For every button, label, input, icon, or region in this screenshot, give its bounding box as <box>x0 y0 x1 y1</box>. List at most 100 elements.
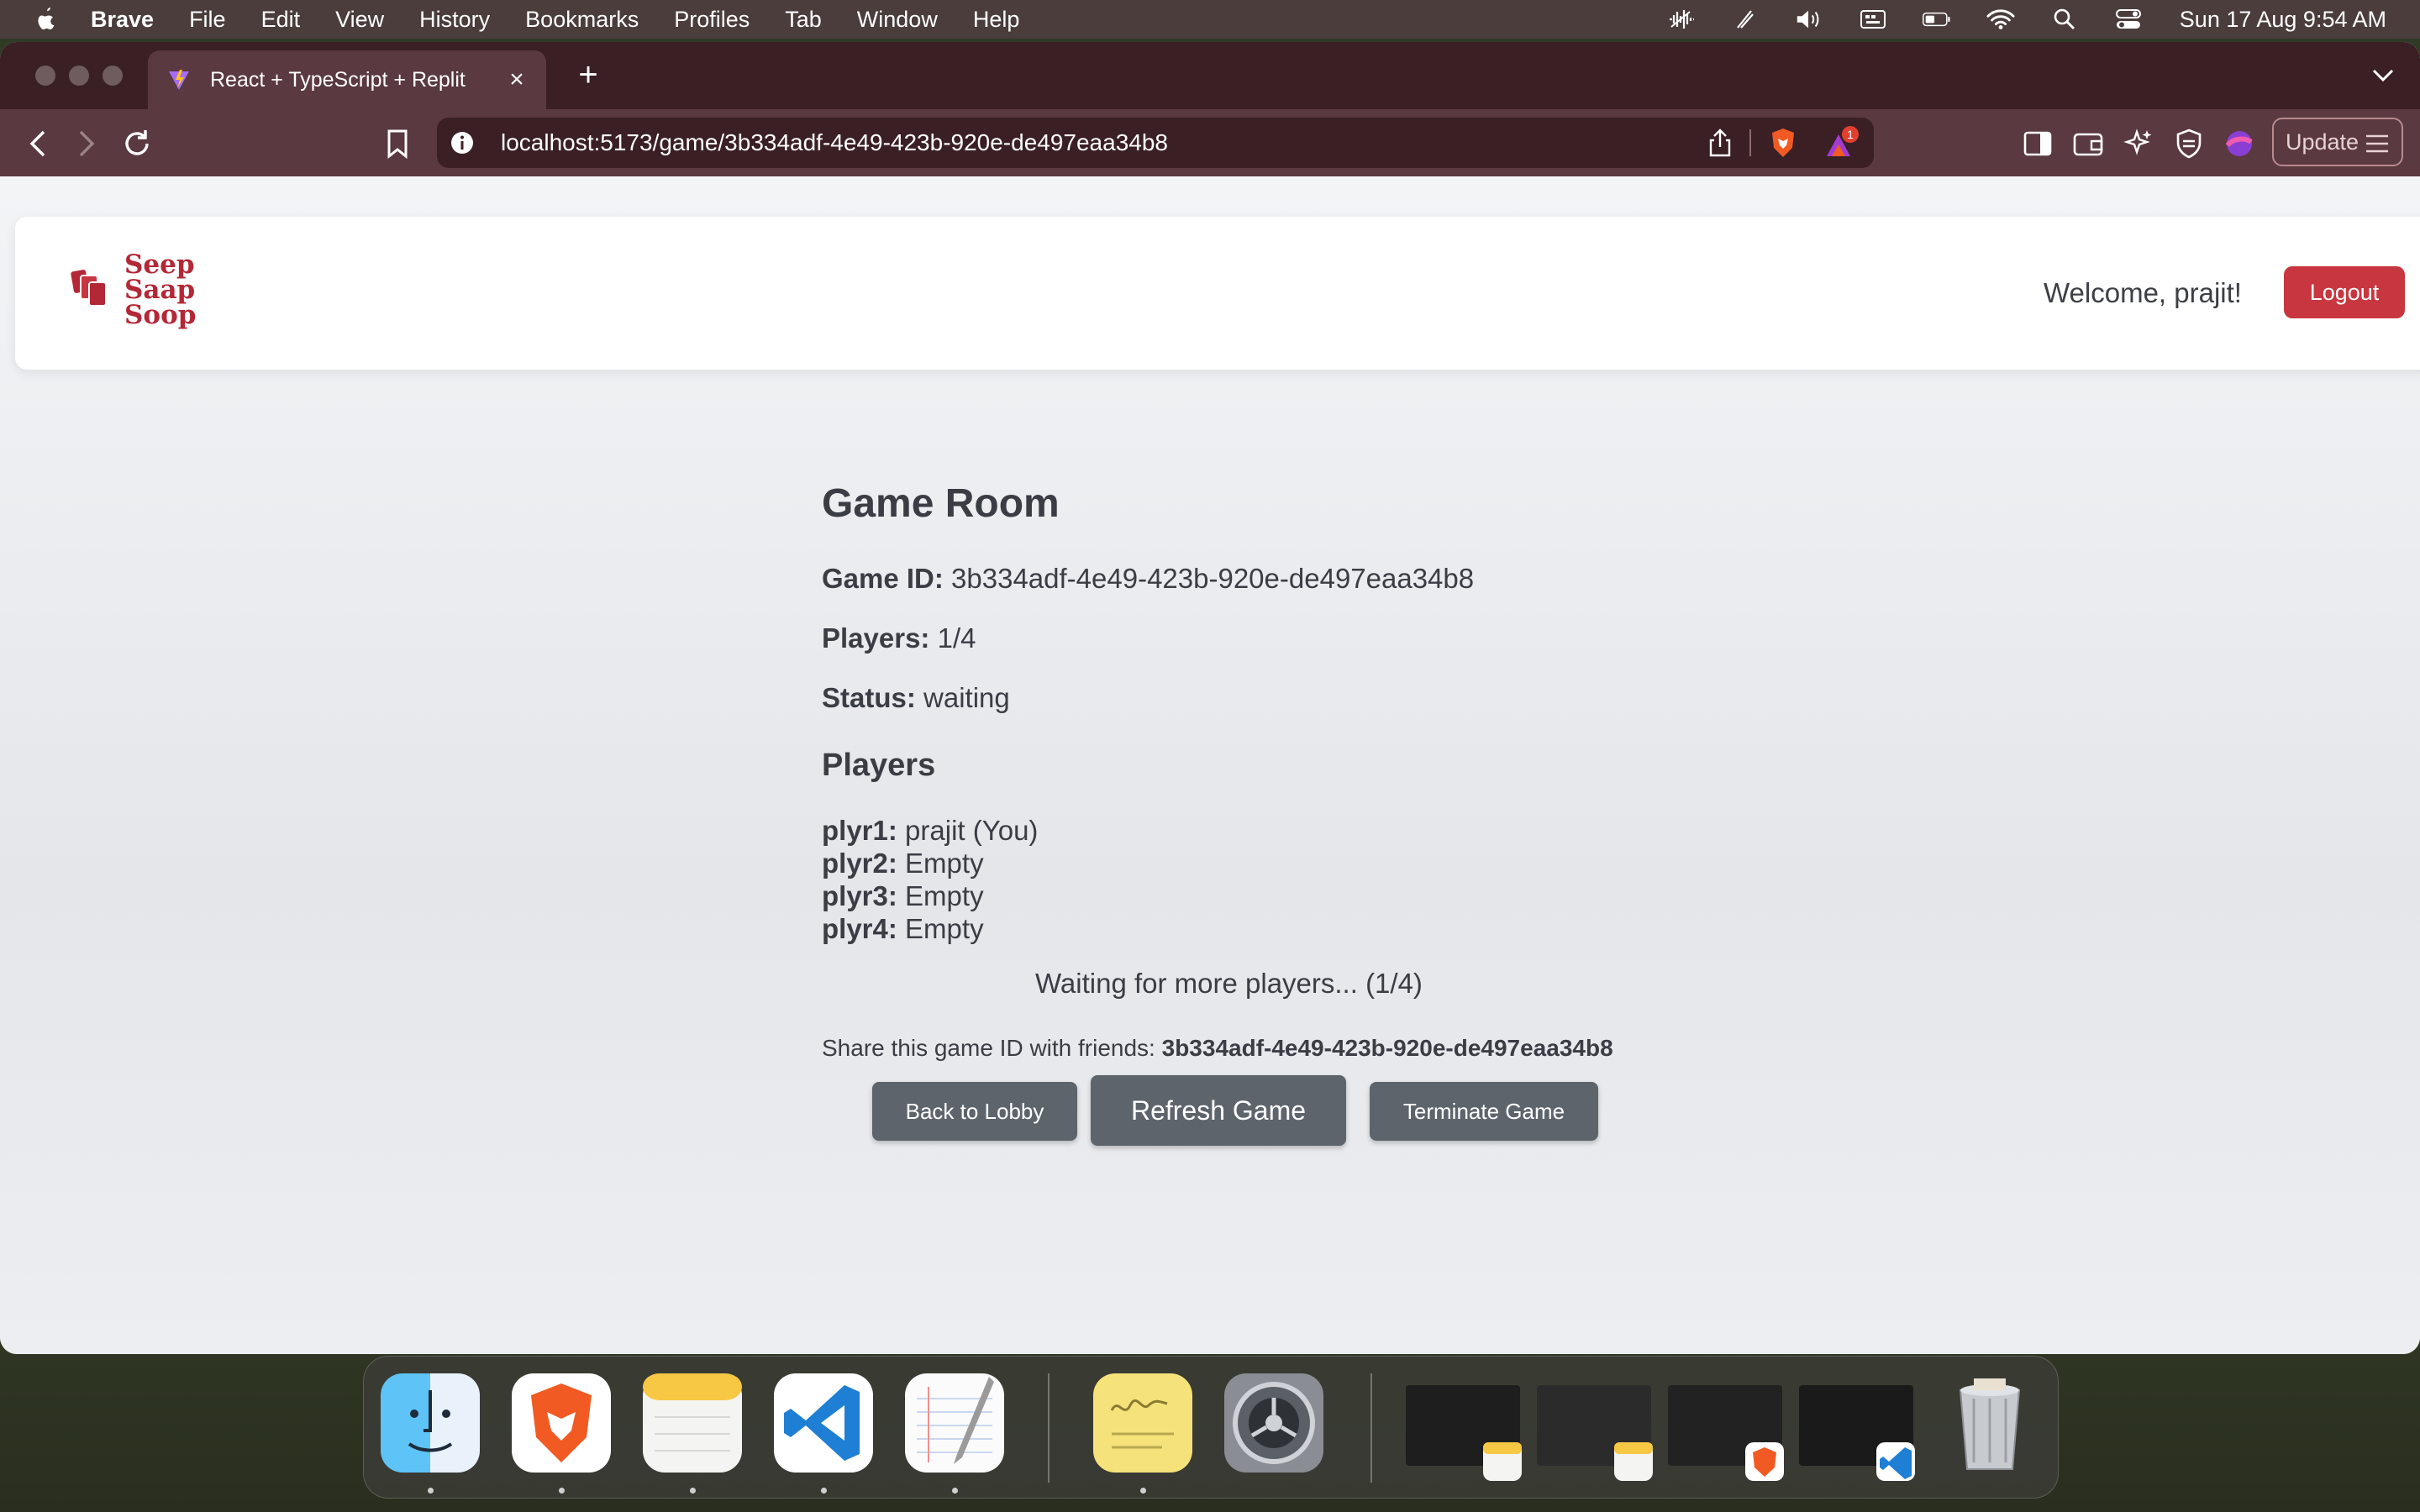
volume-icon[interactable] <box>1795 7 1823 32</box>
welcome-text: Welcome, prajit! <box>2044 277 2242 308</box>
player-slot: plyr4: Empty <box>822 913 984 945</box>
back-to-lobby-button[interactable]: Back to Lobby <box>872 1082 1077 1141</box>
refresh-game-button[interactable]: Refresh Game <box>1091 1075 1346 1146</box>
page-title: Game Room <box>822 481 1060 526</box>
minimized-window-thumbnail[interactable] <box>1668 1385 1784 1481</box>
menu-profiles[interactable]: Profiles <box>674 7 750 33</box>
divider <box>1749 129 1751 156</box>
wifi-icon[interactable] <box>1986 7 2015 32</box>
apple-icon[interactable] <box>34 5 59 34</box>
dock-divider <box>1048 1373 1050 1483</box>
tab-active[interactable]: React + TypeScript + Replit × <box>148 50 546 109</box>
address-bar[interactable]: localhost:5173/game/3b334adf-4e49-423b-9… <box>437 118 1874 168</box>
trash-icon[interactable] <box>1940 1373 2039 1473</box>
players-count-label: Players: <box>822 622 930 654</box>
tab-bar: React + TypeScript + Replit × + <box>0 42 2420 109</box>
new-tab-button[interactable]: + <box>571 58 605 92</box>
game-id-value: 3b334adf-4e49-423b-920e-de497eaa34b8 <box>951 563 1475 594</box>
back-icon[interactable] <box>20 126 55 161</box>
chevron-down-icon[interactable] <box>2368 60 2398 91</box>
dock-divider <box>1370 1373 1372 1483</box>
control-center-icon[interactable] <box>2114 7 2143 32</box>
player-slot: plyr3: Empty <box>822 880 984 912</box>
player-slot-name: Empty <box>905 880 984 911</box>
leo-ai-icon[interactable] <box>2121 126 2156 161</box>
share-game-id: 3b334adf-4e49-423b-920e-de497eaa34b8 <box>1161 1035 1613 1061</box>
menu-view[interactable]: View <box>335 7 384 33</box>
minimize-window-button[interactable] <box>69 66 89 86</box>
menu-window[interactable]: Window <box>857 7 938 33</box>
brave-rewards-icon[interactable]: 1 <box>1823 126 1860 160</box>
player-slot: plyr1: prajit (You) <box>822 815 1038 847</box>
player-slot-label: plyr1: <box>822 815 897 846</box>
web-page: Seep Saap Soop Welcome, prajit! Logout G… <box>0 176 2420 1354</box>
bookmark-icon[interactable] <box>380 126 415 161</box>
player-slot-name: prajit (You) <box>905 815 1039 846</box>
update-button[interactable]: Update <box>2272 118 2403 166</box>
terminate-game-button[interactable]: Terminate Game <box>1370 1082 1598 1141</box>
tab-title: React + TypeScript + Replit <box>210 67 466 92</box>
share-line: Share this game ID with friends: 3b334ad… <box>822 1035 1613 1062</box>
vscode-icon[interactable] <box>774 1373 873 1473</box>
notes-icon[interactable] <box>643 1373 742 1473</box>
vpn-shield-icon[interactable] <box>2171 126 2207 161</box>
logout-button[interactable]: Logout <box>2284 266 2405 318</box>
waiting-message: Waiting for more players... (1/4) <box>1035 968 1423 999</box>
close-tab-icon[interactable]: × <box>502 66 531 94</box>
player-slot: plyr2: Empty <box>822 848 984 879</box>
close-window-button[interactable] <box>35 66 55 86</box>
app-logo[interactable]: Seep Saap Soop <box>124 252 196 328</box>
sidebar-icon[interactable] <box>2020 126 2055 161</box>
profile-avatar-icon[interactable] <box>2222 126 2257 161</box>
players-count-line: Players: 1/4 <box>822 622 976 654</box>
menu-edit[interactable]: Edit <box>261 7 301 33</box>
brave-icon[interactable] <box>512 1373 611 1473</box>
running-indicator <box>690 1488 696 1494</box>
menu-help[interactable]: Help <box>973 7 1020 33</box>
battery-icon[interactable] <box>1922 7 1951 32</box>
menu-bookmarks[interactable]: Bookmarks <box>525 7 639 33</box>
pen-slash-icon[interactable] <box>1731 7 1760 32</box>
running-indicator <box>559 1488 565 1494</box>
voice-control-icon[interactable] <box>1667 7 1696 32</box>
forward-icon[interactable] <box>69 126 104 161</box>
logo-line: Soop <box>124 300 197 330</box>
site-info-icon[interactable] <box>449 129 476 156</box>
running-indicator <box>952 1488 958 1494</box>
system-settings-icon[interactable] <box>1224 1373 1323 1473</box>
player-slot-name: Empty <box>905 913 984 944</box>
menu-app-name[interactable]: Brave <box>91 7 154 33</box>
stickies-icon[interactable] <box>1093 1373 1192 1473</box>
menu-file[interactable]: File <box>189 7 226 33</box>
textedit-icon[interactable] <box>905 1373 1004 1473</box>
minimized-window-thumbnail[interactable] <box>1406 1385 1522 1481</box>
player-slot-label: plyr4: <box>822 913 897 944</box>
running-indicator <box>428 1488 434 1494</box>
minimized-window-thumbnail[interactable] <box>1799 1385 1915 1481</box>
app-header: Seep Saap Soop Welcome, prajit! Logout <box>15 217 2420 370</box>
update-label: Update <box>2286 129 2360 155</box>
zoom-window-button[interactable] <box>103 66 123 86</box>
url-text[interactable]: localhost:5173/game/3b334adf-4e49-423b-9… <box>501 129 1168 156</box>
minimized-window-thumbnail[interactable] <box>1537 1385 1653 1481</box>
dock <box>363 1356 2059 1499</box>
browser-window: React + TypeScript + Replit × + localhos… <box>0 42 2420 1354</box>
running-indicator <box>1140 1488 1146 1494</box>
spotlight-search-icon[interactable] <box>2050 7 2079 32</box>
menu-clock[interactable]: Sun 17 Aug 9:54 AM <box>2180 7 2386 33</box>
share-label: Share this game ID with friends: <box>822 1035 1155 1061</box>
brave-shields-icon[interactable] <box>1766 126 1800 160</box>
share-icon[interactable] <box>1706 128 1734 158</box>
game-id-label: Game ID: <box>822 563 944 594</box>
logo-line: Seep <box>124 249 195 280</box>
status-value: waiting <box>923 682 1010 713</box>
menu-tab[interactable]: Tab <box>785 7 822 33</box>
wallet-icon[interactable] <box>2070 126 2106 161</box>
reload-icon[interactable] <box>119 126 155 161</box>
finder-icon[interactable] <box>381 1373 480 1473</box>
browser-toolbar: localhost:5173/game/3b334adf-4e49-423b-9… <box>0 109 2420 176</box>
player-slot-label: plyr2: <box>822 848 897 879</box>
cards-logo-icon[interactable] <box>71 267 109 309</box>
keyboard-input-icon[interactable] <box>1859 7 1887 32</box>
menu-history[interactable]: History <box>419 7 490 33</box>
